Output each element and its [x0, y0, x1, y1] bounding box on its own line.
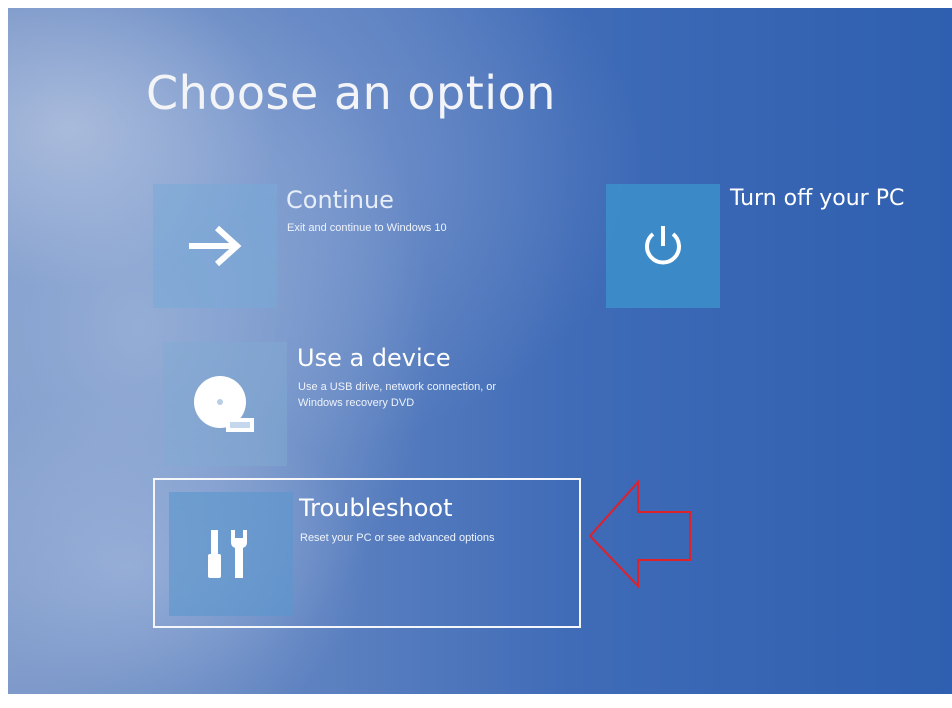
continue-tile[interactable]: [153, 184, 277, 308]
turn-off-option[interactable]: Turn off your PC: [606, 184, 926, 308]
page-title: Choose an option: [146, 66, 556, 120]
turn-off-tile[interactable]: [606, 184, 720, 308]
power-icon: [645, 226, 681, 265]
arrow-right-icon: [189, 225, 242, 267]
use-device-title: Use a device: [297, 344, 451, 372]
continue-title: Continue: [286, 186, 394, 214]
troubleshoot-title: Troubleshoot: [299, 494, 453, 522]
use-device-description: Use a USB drive, network connection, or …: [298, 381, 497, 409]
recovery-screen: Choose an option Continue Exit and conti…: [8, 8, 952, 694]
disc-drive-icon: [194, 376, 254, 432]
annotation-arrow-icon: [588, 479, 691, 588]
turn-off-title: Turn off your PC: [730, 186, 905, 211]
troubleshoot-tile[interactable]: [169, 492, 293, 616]
continue-option[interactable]: Continue Exit and continue to Windows 10: [153, 184, 483, 308]
troubleshoot-option[interactable]: Troubleshoot Reset your PC or see advanc…: [153, 478, 581, 628]
troubleshoot-description: Reset your PC or see advanced options: [300, 532, 495, 544]
use-device-tile[interactable]: [163, 342, 287, 466]
tools-icon: [208, 530, 247, 578]
continue-description: Exit and continue to Windows 10: [287, 222, 447, 234]
use-device-option[interactable]: Use a device Use a USB drive, network co…: [163, 342, 523, 466]
